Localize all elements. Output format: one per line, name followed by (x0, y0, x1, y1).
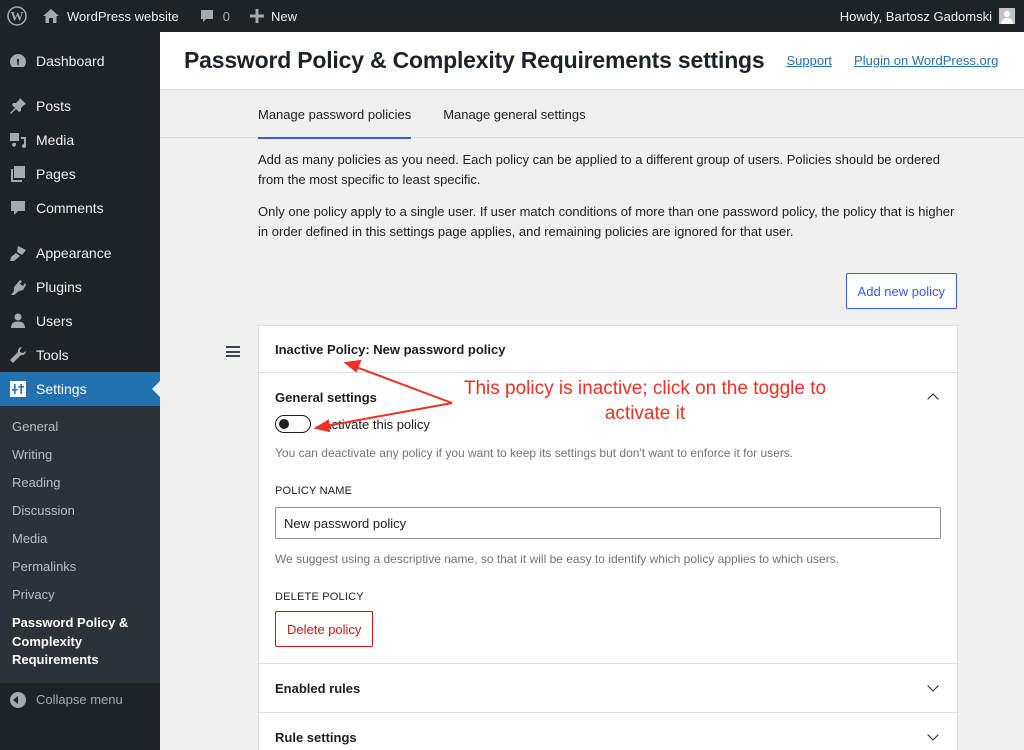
tab-manage-password-policies[interactable]: Manage password policies (258, 90, 412, 139)
policy-name-input[interactable] (275, 507, 941, 539)
rule-settings-panel: Rule settings (259, 713, 957, 750)
sidebar-item-tools[interactable]: Tools (0, 338, 160, 372)
new-label: New (270, 8, 297, 24)
wp-logo-button[interactable]: W (0, 0, 34, 32)
panel-title: Rule settings (275, 729, 357, 745)
description-text: Only one policy apply to a single user. … (258, 204, 955, 239)
enabled-rules-panel: Enabled rules (259, 664, 957, 713)
policy-title: Inactive Policy: New password policy (259, 326, 957, 373)
sidebar-item-users[interactable]: Users (0, 304, 160, 338)
submenu-item-privacy[interactable]: Privacy (0, 581, 160, 609)
chevron-up-icon (927, 393, 939, 405)
delete-policy-label: DELETE POLICY (275, 591, 364, 603)
submenu-item-password-policy[interactable]: Password Policy & Complexity Requirement… (0, 609, 160, 675)
sidebar-item-label: Posts (36, 98, 72, 114)
rule-settings-toggle[interactable]: Rule settings (259, 713, 957, 750)
chevron-down-icon (927, 680, 939, 692)
description-text: Add as many policies as you need. Each p… (258, 152, 940, 187)
comments-link[interactable]: 0 (191, 0, 238, 32)
tab-bar: Manage password policies Manage general … (160, 90, 1024, 139)
sliders-icon (8, 379, 28, 399)
enabled-rules-toggle[interactable]: Enabled rules (259, 664, 957, 712)
submenu-item-writing[interactable]: Writing (0, 441, 160, 469)
svg-text:W: W (11, 9, 24, 24)
drag-handle-icon[interactable] (226, 346, 240, 357)
sidebar-item-label: Appearance (36, 245, 112, 261)
admin-sidebar: Dashboard Posts Media Pages Comments App… (0, 32, 160, 750)
admin-bar: W WordPress website 0 New Howdy, Bartosz… (0, 0, 1024, 32)
sidebar-item-label: Dashboard (36, 53, 105, 69)
submenu-item-discussion[interactable]: Discussion (0, 497, 160, 525)
user-greeting: Howdy, Bartosz Gadomski (839, 8, 992, 24)
page-header: Password Policy & Complexity Requirement… (160, 32, 1024, 90)
main-content: Password Policy & Complexity Requirement… (160, 32, 1024, 750)
submenu-item-media[interactable]: Media (0, 525, 160, 553)
delete-policy-button[interactable]: Delete policy (275, 611, 374, 647)
policy-name-help-text: We suggest using a descriptive name, so … (275, 552, 840, 566)
brush-icon (8, 243, 28, 263)
collapse-arrow-icon (10, 691, 26, 708)
policy-name-label: POLICY NAME (275, 485, 353, 497)
toggle-help-text: You can deactivate any policy if you wan… (275, 446, 794, 460)
sidebar-item-label: Comments (36, 200, 104, 216)
comment-icon (200, 10, 213, 22)
activate-policy-toggle[interactable] (275, 415, 311, 433)
collapse-menu-button[interactable]: Collapse menu (0, 683, 160, 717)
page-title: Password Policy & Complexity Requirement… (184, 47, 765, 73)
user-icon (8, 311, 28, 331)
sidebar-item-label: Tools (36, 347, 69, 363)
policy-card: Inactive Policy: New password policy Gen… (258, 325, 958, 750)
general-settings-toggle[interactable]: General settings (259, 373, 957, 421)
sidebar-item-label: Users (36, 313, 73, 329)
panel-title: General settings (275, 389, 377, 405)
submenu-item-general[interactable]: General (0, 413, 160, 441)
comments-count: 0 (222, 8, 230, 24)
media-icon (8, 130, 28, 150)
pages-icon (8, 164, 28, 184)
submenu-item-permalinks[interactable]: Permalinks (0, 553, 160, 581)
comment-icon (8, 198, 28, 218)
plugin-page-link[interactable]: Plugin on WordPress.org (854, 53, 998, 68)
sidebar-item-label: Settings (36, 381, 87, 397)
sidebar-item-comments[interactable]: Comments (0, 191, 160, 225)
tab-manage-general-settings[interactable]: Manage general settings (443, 90, 585, 138)
wrench-icon (8, 345, 28, 365)
general-settings-panel: General settings Activate this policy Yo… (259, 373, 957, 664)
sidebar-item-label: Media (36, 132, 75, 148)
chevron-down-icon (927, 729, 939, 741)
sidebar-item-media[interactable]: Media (0, 123, 160, 157)
submenu-item-reading[interactable]: Reading (0, 469, 160, 497)
plus-icon (249, 9, 264, 23)
new-content-button[interactable]: New (242, 0, 305, 32)
sidebar-item-dashboard[interactable]: Dashboard (0, 44, 160, 78)
support-link[interactable]: Support (787, 53, 833, 68)
site-name: WordPress website (67, 8, 179, 24)
wordpress-logo-icon: W (7, 6, 27, 26)
sidebar-item-plugins[interactable]: Plugins (0, 270, 160, 304)
plugin-icon (8, 277, 28, 297)
settings-submenu: General Writing Reading Discussion Media… (0, 406, 160, 683)
sidebar-item-pages[interactable]: Pages (0, 157, 160, 191)
policies-content: Add as many policies as you need. Each p… (160, 150, 958, 750)
avatar (999, 8, 1015, 24)
add-new-policy-button[interactable]: Add new policy (845, 273, 957, 309)
sidebar-item-appearance[interactable]: Appearance (0, 236, 160, 270)
activate-policy-label[interactable]: Activate this policy (323, 417, 430, 432)
panel-title: Enabled rules (275, 680, 361, 696)
home-icon (43, 9, 59, 23)
dashboard-icon (8, 51, 28, 71)
sidebar-item-posts[interactable]: Posts (0, 89, 160, 123)
my-account-menu[interactable]: Howdy, Bartosz Gadomski (832, 0, 1024, 32)
site-name-link[interactable]: WordPress website (34, 0, 187, 32)
collapse-menu-label: Collapse menu (36, 692, 123, 707)
sidebar-item-settings[interactable]: Settings (0, 372, 160, 406)
sidebar-item-label: Plugins (36, 279, 82, 295)
pin-icon (8, 96, 28, 116)
sidebar-item-label: Pages (36, 166, 76, 182)
